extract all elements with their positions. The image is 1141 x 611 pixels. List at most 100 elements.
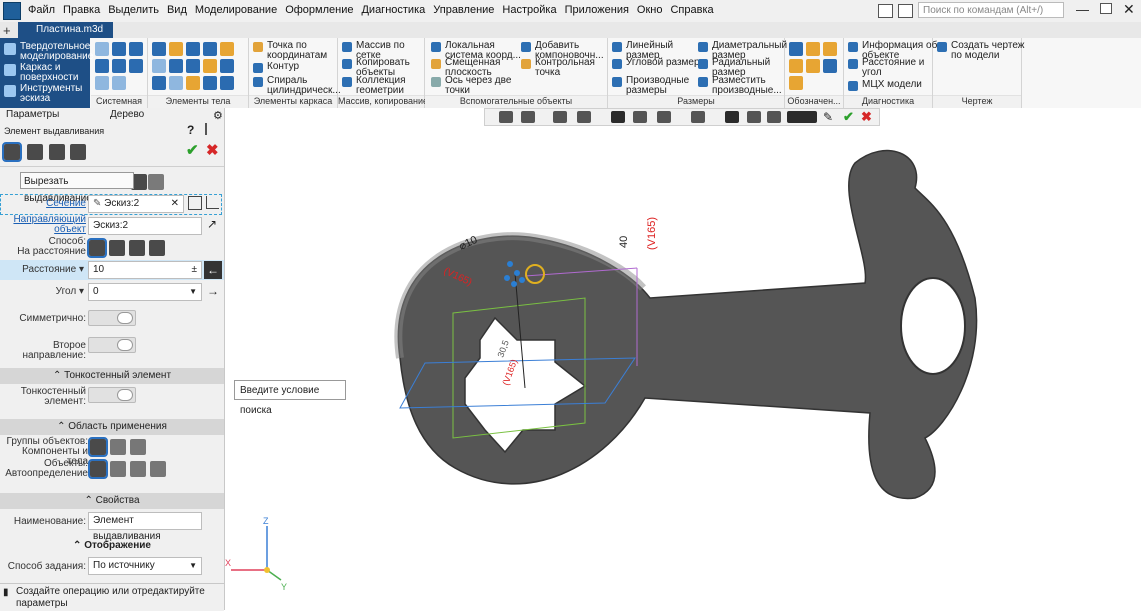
zoom-icon[interactable] bbox=[521, 111, 535, 123]
mode-solid-modeling[interactable]: Твердотельное моделирование bbox=[4, 42, 93, 62]
section-label[interactable]: Сечение bbox=[2, 199, 86, 209]
angle-arrow-icon[interactable]: → bbox=[207, 284, 219, 298]
scope-section-header[interactable]: ⌃ Область применения bbox=[0, 419, 224, 435]
revolve-icon[interactable] bbox=[169, 42, 183, 56]
tab-tree[interactable]: Дерево bbox=[106, 108, 148, 122]
objects-add-icon[interactable] bbox=[110, 461, 126, 477]
menu-design[interactable]: Оформление bbox=[281, 4, 357, 16]
method-to-vertex-icon[interactable] bbox=[129, 240, 145, 256]
derived-dimensions-button[interactable]: Производные размеры bbox=[612, 76, 706, 96]
hide-icon[interactable] bbox=[657, 111, 671, 123]
tolerance-icon[interactable] bbox=[789, 59, 803, 73]
restore-icon[interactable] bbox=[1100, 3, 1112, 17]
weld-icon[interactable] bbox=[823, 59, 837, 73]
tree-view-icon[interactable] bbox=[205, 123, 217, 135]
orientation-icon[interactable] bbox=[499, 111, 513, 123]
name-field[interactable]: Элемент выдавливания bbox=[88, 512, 202, 542]
operation-alt-icon[interactable] bbox=[148, 174, 164, 190]
tab-parameters[interactable]: Параметры bbox=[2, 108, 63, 122]
objects-new-icon[interactable] bbox=[150, 461, 166, 477]
boolean-icon[interactable] bbox=[169, 76, 183, 90]
menu-diagnostics[interactable]: Диагностика bbox=[357, 4, 429, 16]
point-by-coords-button[interactable]: Точка по координатам bbox=[253, 41, 347, 61]
mirror-icon[interactable] bbox=[220, 76, 234, 90]
select-section-icon[interactable] bbox=[188, 196, 202, 210]
view-apply-icon[interactable]: ✔ bbox=[843, 109, 854, 125]
rotate-icon[interactable] bbox=[577, 111, 591, 123]
distance-angle-button[interactable]: Расстояние и угол bbox=[848, 58, 942, 78]
pan-icon[interactable] bbox=[553, 111, 567, 123]
chamfer-icon[interactable] bbox=[203, 59, 217, 73]
model-canvas[interactable]: ⌀10 40 (V165) (V165) 30,5 (V165) Z X Y bbox=[225, 108, 1141, 610]
guide-field[interactable]: Эскиз:2 bbox=[88, 217, 202, 235]
save-icon[interactable] bbox=[129, 42, 143, 56]
menu-view[interactable]: Вид bbox=[163, 4, 191, 16]
command-search-input[interactable]: Поиск по командам (Alt+/) bbox=[918, 2, 1064, 18]
mode-wireframe-surfaces[interactable]: Каркас и поверхности bbox=[4, 63, 90, 83]
axis-two-points-button[interactable]: Ось через две точки bbox=[431, 76, 525, 96]
control-point-button[interactable]: Контрольная точка bbox=[521, 58, 615, 78]
wrench-body[interactable] bbox=[397, 149, 978, 500]
method-through-all-icon[interactable] bbox=[109, 240, 125, 256]
objects-auto-icon[interactable] bbox=[88, 459, 108, 479]
open-file-icon[interactable] bbox=[112, 42, 126, 56]
thin-wall-toggle[interactable] bbox=[88, 387, 136, 403]
apply-check-icon[interactable]: ✔ bbox=[186, 141, 199, 159]
contour-button[interactable]: Контур bbox=[253, 62, 299, 73]
objects-remove-icon[interactable] bbox=[130, 461, 146, 477]
menu-apps[interactable]: Приложения bbox=[561, 4, 633, 16]
section-field[interactable]: ✎ Эскиз:2 ✕ bbox=[88, 195, 184, 213]
leader-icon[interactable] bbox=[806, 42, 820, 56]
angle-label[interactable]: Угол ▾ bbox=[2, 287, 84, 297]
distance-label[interactable]: Расстояние ▾ bbox=[2, 265, 84, 275]
groups-components-icon[interactable] bbox=[110, 439, 126, 455]
angular-dimension-button[interactable]: Угловой размер bbox=[612, 58, 706, 69]
app-logo-icon[interactable] bbox=[3, 2, 21, 20]
menu-modeling[interactable]: Моделирование bbox=[191, 4, 281, 16]
menu-file[interactable]: Файл bbox=[24, 4, 59, 16]
mass-props-button[interactable]: МЦХ модели bbox=[848, 80, 922, 91]
new-document-icon[interactable]: + bbox=[3, 23, 11, 38]
filter-icon[interactable] bbox=[787, 111, 817, 123]
geometry-collection-button[interactable]: Коллекция геометрии bbox=[342, 76, 428, 96]
loft-icon[interactable] bbox=[186, 42, 200, 56]
section-view-icon[interactable] bbox=[691, 111, 705, 123]
groups-bodies-icon[interactable] bbox=[130, 439, 146, 455]
split-icon[interactable] bbox=[203, 76, 217, 90]
clear-section-icon[interactable]: ✕ bbox=[171, 196, 179, 212]
panel-settings-icon[interactable]: ⚙ bbox=[213, 109, 223, 122]
layout-toggle-icon[interactable] bbox=[898, 4, 913, 21]
help-icon[interactable]: ? bbox=[187, 123, 194, 137]
cut-revolve-icon[interactable] bbox=[169, 59, 183, 73]
mark-icon[interactable] bbox=[806, 59, 820, 73]
sweep-icon[interactable] bbox=[203, 42, 217, 56]
fillet-icon[interactable] bbox=[220, 42, 234, 56]
distance-field[interactable]: 10 ± bbox=[88, 261, 202, 279]
menu-edit[interactable]: Правка bbox=[59, 4, 104, 16]
properties-section-header[interactable]: ⌃ Свойства bbox=[0, 493, 224, 509]
create-drawing-button[interactable]: Создать чертеж по модели bbox=[937, 41, 1031, 61]
menu-help[interactable]: Справка bbox=[666, 4, 717, 16]
eyedropper-icon[interactable]: ✎ bbox=[823, 110, 833, 124]
mode-dropdown-icon[interactable]: ▼ bbox=[189, 558, 197, 574]
roughness-icon[interactable] bbox=[789, 42, 803, 56]
angle-field[interactable]: 0 ▼ bbox=[88, 283, 202, 301]
cancel-x-icon[interactable]: ✖ bbox=[206, 141, 219, 159]
dim-40-label[interactable]: 40 bbox=[618, 236, 630, 248]
place-derived-button[interactable]: Разместить производные... bbox=[698, 76, 794, 96]
method-distance-icon[interactable] bbox=[87, 238, 107, 258]
view-cancel-icon[interactable]: ✖ bbox=[861, 109, 872, 125]
new-file-icon[interactable] bbox=[95, 42, 109, 56]
shell-icon[interactable] bbox=[220, 59, 234, 73]
position-icon[interactable] bbox=[789, 76, 803, 90]
document-tab[interactable]: Пластина.m3d bbox=[18, 22, 114, 38]
undo-icon[interactable] bbox=[95, 76, 109, 90]
mode-sketch-tools[interactable]: Инструменты эскиза bbox=[4, 84, 90, 104]
guide-label[interactable]: Направляющий объект bbox=[2, 215, 86, 235]
print-icon[interactable] bbox=[95, 59, 109, 73]
menu-control[interactable]: Управление bbox=[429, 4, 498, 16]
second-direction-toggle[interactable] bbox=[88, 337, 136, 353]
reverse-direction-icon[interactable]: ← bbox=[204, 261, 222, 279]
symmetric-toggle[interactable] bbox=[88, 310, 136, 326]
display-section-header[interactable]: ⌃ Отображение bbox=[0, 540, 224, 551]
